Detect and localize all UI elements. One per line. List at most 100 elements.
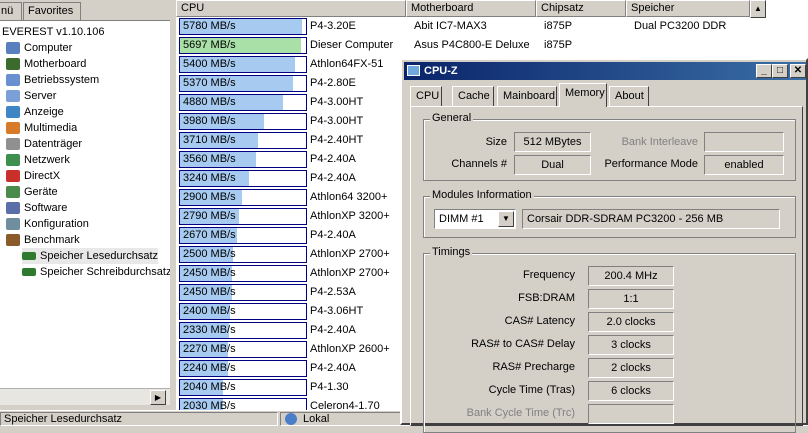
- tree-item[interactable]: Konfiguration: [6, 216, 89, 232]
- tab-menu[interactable]: nü: [0, 2, 22, 20]
- left-tabs: nü Favorites: [0, 0, 175, 20]
- speed-bar: 5400 MB/s: [179, 56, 307, 73]
- speed-bar: 2040 MB/s: [179, 379, 307, 396]
- tree-item[interactable]: Netzwerk: [6, 152, 70, 168]
- cpu-name: AthlonXP 2700+: [310, 267, 390, 279]
- scroll-right-arrow-icon[interactable]: ▶: [150, 390, 166, 405]
- tab-cache[interactable]: Cache: [452, 86, 494, 106]
- tree-item-label: Multimedia: [24, 122, 78, 134]
- speed-value: 2450 MB/s: [183, 286, 236, 298]
- tab-about[interactable]: About: [609, 86, 649, 106]
- modules-group: Modules Information DIMM #1 ▼ Corsair DD…: [423, 189, 796, 238]
- module-description: Corsair DDR-SDRAM PC3200 - 256 MB: [522, 209, 780, 229]
- speed-value: 2400 MB/s: [183, 305, 236, 317]
- cpu-name: P4-2.40A: [310, 172, 356, 184]
- tree-item-label: Betriebssystem: [24, 74, 100, 86]
- tree-item-icon: [6, 218, 20, 230]
- tab-cpu[interactable]: CPU: [410, 86, 442, 106]
- speed-bar: 2790 MB/s: [179, 208, 307, 225]
- column-header-cpu[interactable]: CPU: [176, 0, 406, 17]
- speed-value: 2270 MB/s: [183, 343, 236, 355]
- speed-bar: 2500 MB/s: [179, 246, 307, 263]
- tree-subitem[interactable]: Speicher Schreibdurchsatz: [22, 264, 170, 280]
- memory-type: Dual PC3200 DDR: [634, 20, 727, 32]
- tree-item[interactable]: Anzeige: [6, 104, 64, 120]
- cpuz-window: CPU-Z _ □ ✕ CPU Cache Mainboard Memory A…: [400, 58, 808, 433]
- speed-value: 3980 MB/s: [183, 115, 236, 127]
- dimm-select[interactable]: DIMM #1 ▼: [434, 209, 516, 229]
- tree-item-icon: [6, 42, 20, 54]
- tree-item[interactable]: Motherboard: [6, 56, 86, 72]
- bank-interleave-value: [704, 132, 784, 152]
- tree-subitem-label: Speicher Lesedurchsatz: [40, 250, 159, 262]
- maximize-icon[interactable]: □: [772, 64, 788, 78]
- tree-item[interactable]: Computer: [6, 40, 72, 56]
- column-header-chipsatz[interactable]: Chipsatz: [536, 0, 626, 17]
- close-icon[interactable]: ✕: [790, 64, 806, 78]
- memory-chip-icon: [22, 268, 36, 276]
- cpu-name: P4-3.20E: [310, 20, 356, 32]
- speed-value: 2030 MB/s: [183, 400, 236, 410]
- channels-label: Channels #: [451, 158, 507, 170]
- speed-value: 2450 MB/s: [183, 267, 236, 279]
- tab-memory[interactable]: Memory: [559, 83, 607, 107]
- tree-item-icon: [6, 154, 20, 166]
- speed-value: 5370 MB/s: [183, 77, 236, 89]
- timing-label: FSB:DRAM: [518, 292, 575, 304]
- tree-item[interactable]: Betriebssystem: [6, 72, 99, 88]
- cpuz-titlebar[interactable]: CPU-Z _ □ ✕: [404, 62, 806, 80]
- tree-item[interactable]: Benchmark: [6, 232, 80, 248]
- scroll-up-arrow-icon[interactable]: ▲: [750, 0, 766, 18]
- table-row[interactable]: 5780 MB/s P4-3.20E Abit IC7-MAX3 i875P Dual …: [176, 17, 808, 36]
- tree-item-icon: [6, 122, 20, 134]
- tree-item-icon: [6, 106, 20, 118]
- cpu-name: P4-2.40HT: [310, 134, 364, 146]
- chevron-down-icon[interactable]: ▼: [498, 211, 514, 227]
- tree-item[interactable]: Software: [6, 200, 67, 216]
- speed-bar: 2670 MB/s: [179, 227, 307, 244]
- navigation-tree[interactable]: EVEREST v1.10.106 Computer Motherboard Bet…: [0, 20, 170, 388]
- speed-value: 2790 MB/s: [183, 210, 236, 222]
- tree-item-icon: [6, 74, 20, 86]
- performance-mode-label: Performance Mode: [604, 158, 698, 170]
- dimm-select-value: DIMM #1: [439, 213, 484, 225]
- timing-value: 200.4 MHz: [588, 266, 674, 286]
- tree-item[interactable]: DirectX: [6, 168, 60, 184]
- minimize-icon[interactable]: _: [756, 64, 772, 78]
- speed-bar: 2900 MB/s: [179, 189, 307, 206]
- column-header-motherboard[interactable]: Motherboard: [406, 0, 536, 17]
- tree-item[interactable]: Server: [6, 88, 56, 104]
- speed-bar: 2240 MB/s: [179, 360, 307, 377]
- speed-bar: 3710 MB/s: [179, 132, 307, 149]
- tree-subitem[interactable]: Speicher Lesedurchsatz: [22, 248, 159, 264]
- tree-item[interactable]: Geräte: [6, 184, 58, 200]
- tab-favorites[interactable]: Favorites: [23, 2, 81, 20]
- memory-panel: General Size 512 MBytes Bank Interleave …: [410, 106, 803, 433]
- status-left: Speicher Lesedurchsatz: [0, 412, 278, 426]
- tree-item-icon: [6, 202, 20, 214]
- speed-bar: 2450 MB/s: [179, 284, 307, 301]
- tab-mainboard[interactable]: Mainboard: [497, 86, 557, 106]
- tree-item-label: Software: [24, 202, 68, 214]
- speed-bar: 5697 MB/s: [179, 37, 307, 54]
- timing-label: CAS# Latency: [504, 315, 575, 327]
- tree-item[interactable]: Datenträger: [6, 136, 82, 152]
- cpu-name: P4-1.30: [310, 381, 349, 393]
- timing-label: RAS# to CAS# Delay: [471, 338, 575, 350]
- left-pane: nü Favorites EVEREST v1.10.106 Computer M…: [0, 0, 175, 425]
- table-row[interactable]: 5697 MB/s Dieser Computer Asus P4C800-E De…: [176, 36, 808, 55]
- timing-label: Cycle Time (Tras): [488, 384, 575, 396]
- speed-bar: 2450 MB/s: [179, 265, 307, 282]
- speed-bar: 2030 MB/s: [179, 398, 307, 410]
- timing-value: 6 clocks: [588, 381, 674, 401]
- timing-value: 1:1: [588, 289, 674, 309]
- size-label: Size: [485, 136, 507, 148]
- horizontal-scrollbar[interactable]: ▶: [0, 388, 170, 405]
- tree-item-label: Computer: [24, 42, 73, 54]
- tree-subitem-label: Speicher Schreibdurchsatz: [40, 266, 170, 278]
- tree-root[interactable]: EVEREST v1.10.106: [2, 24, 105, 40]
- column-header-speicher[interactable]: Speicher: [626, 0, 750, 17]
- tree-item[interactable]: Multimedia: [6, 120, 77, 136]
- tree-item-icon: [6, 170, 20, 182]
- cpu-name: AthlonXP 2600+: [310, 343, 390, 355]
